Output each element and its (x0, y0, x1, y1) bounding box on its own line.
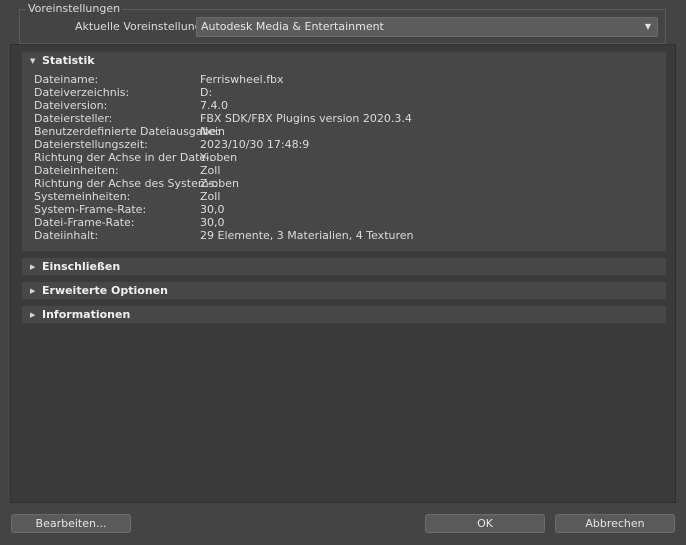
stat-row: Dateiversion: 7.4.0 (34, 99, 654, 112)
stat-row: Dateiersteller: FBX SDK/FBX Plugins versi… (34, 112, 654, 125)
current-preset-label: Aktuelle Voreinstellung: (75, 20, 206, 33)
stat-row: System-Frame-Rate: 30,0 (34, 203, 654, 216)
section-title-statistics: Statistik (42, 54, 95, 67)
expanded-arrow-icon: ▼ (30, 57, 36, 65)
stat-value: 30,0 (200, 216, 225, 229)
stat-value: Z-oben (200, 177, 239, 190)
stat-row: Dateierstellungszeit: 2023/10/30 17:48:9 (34, 138, 654, 151)
statistics-list: Dateiname: Ferriswheel.fbx Dateiverzeichni… (34, 73, 654, 242)
stat-row: Datei-Frame-Rate: 30,0 (34, 216, 654, 229)
stat-row: Dateiverzeichnis: D: (34, 86, 654, 99)
stat-value: Y-oben (200, 151, 238, 164)
presets-group-title: Voreinstellungen (26, 2, 123, 16)
stat-key: Systemeinheiten: (34, 190, 131, 203)
stat-value: Ferriswheel.fbx (200, 73, 284, 86)
section-header-include[interactable]: ▶ Einschließen (22, 258, 666, 276)
stat-key: Dateiverzeichnis: (34, 86, 130, 99)
section-include: ▶ Einschließen (21, 257, 667, 276)
collapsed-arrow-icon: ▶ (30, 311, 36, 319)
stat-key: Dateiname: (34, 73, 99, 86)
section-title-include: Einschließen (42, 260, 121, 273)
stat-key: Richtung der Achse des Systems: (34, 177, 219, 190)
stat-value: 7.4.0 (200, 99, 228, 112)
ok-button[interactable]: OK (425, 514, 545, 533)
collapsed-arrow-icon: ▶ (30, 287, 36, 295)
rollout-panel: ▼ Statistik Dateiname: Ferriswheel.fbx Dat… (10, 44, 676, 503)
section-header-advanced-options[interactable]: ▶ Erweiterte Optionen (22, 282, 666, 300)
stat-value: Zoll (200, 190, 221, 203)
stat-key: Dateierstellungszeit: (34, 138, 148, 151)
section-statistics: ▼ Statistik Dateiname: Ferriswheel.fbx Dat… (21, 51, 667, 252)
stat-row: Dateieinheiten: Zoll (34, 164, 654, 177)
stat-value: 30,0 (200, 203, 225, 216)
stat-key: Dateiersteller: (34, 112, 113, 125)
stat-key: Richtung der Achse in der Datei: (34, 151, 213, 164)
current-preset-value: Autodesk Media & Entertainment (201, 20, 384, 33)
section-information: ▶ Informationen (21, 305, 667, 324)
stat-value: Nein (200, 125, 226, 138)
stat-key: Dateiinhalt: (34, 229, 99, 242)
stat-key: Benutzerdefinierte Dateiausgabe: (34, 125, 220, 138)
edit-button[interactable]: Bearbeiten... (11, 514, 131, 533)
stat-key: Datei-Frame-Rate: (34, 216, 135, 229)
section-header-information[interactable]: ▶ Informationen (22, 306, 666, 324)
cancel-button[interactable]: Abbrechen (555, 514, 675, 533)
stat-key: Dateiversion: (34, 99, 108, 112)
stat-row: Richtung der Achse des Systems: Z-oben (34, 177, 654, 190)
stat-row: Dateiinhalt: 29 Elemente, 3 Materialien, … (34, 229, 654, 242)
stat-value: FBX SDK/FBX Plugins version 2020.3.4 (200, 112, 412, 125)
stat-row: Systemeinheiten: Zoll (34, 190, 654, 203)
stat-row: Dateiname: Ferriswheel.fbx (34, 73, 654, 86)
stat-value: 29 Elemente, 3 Materialien, 4 Texturen (200, 229, 414, 242)
section-header-statistics[interactable]: ▼ Statistik (22, 52, 666, 70)
stat-value: Zoll (200, 164, 221, 177)
stat-row: Richtung der Achse in der Datei: Y-oben (34, 151, 654, 164)
section-advanced-options: ▶ Erweiterte Optionen (21, 281, 667, 300)
stat-value: 2023/10/30 17:48:9 (200, 138, 310, 151)
stat-key: System-Frame-Rate: (34, 203, 147, 216)
current-preset-dropdown[interactable]: Autodesk Media & Entertainment ▼ (196, 17, 658, 37)
section-title-information: Informationen (42, 308, 131, 321)
presets-group: Voreinstellungen Aktuelle Voreinstellung… (19, 2, 666, 44)
stat-value: D: (200, 86, 213, 99)
collapsed-arrow-icon: ▶ (30, 263, 36, 271)
chevron-down-icon: ▼ (644, 22, 651, 31)
stat-key: Dateieinheiten: (34, 164, 119, 177)
stat-row: Benutzerdefinierte Dateiausgabe: Nein (34, 125, 654, 138)
section-title-advanced-options: Erweiterte Optionen (42, 284, 168, 297)
